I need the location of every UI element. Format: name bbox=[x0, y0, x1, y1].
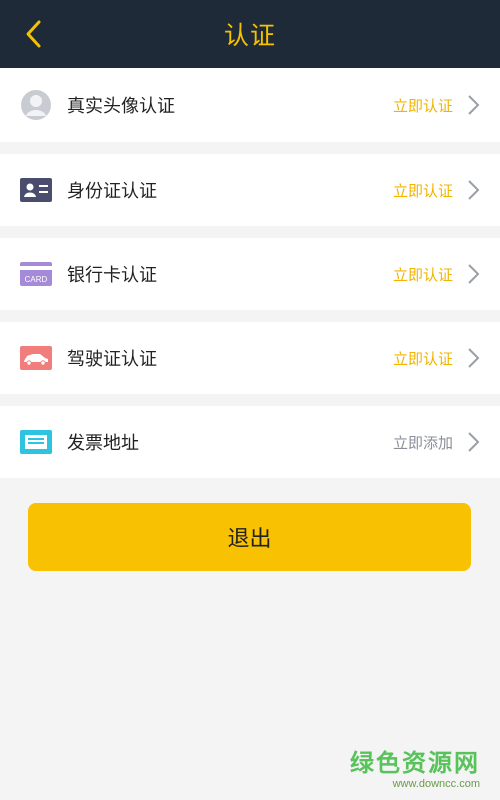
verify-now-link[interactable]: 立即认证 bbox=[393, 264, 453, 285]
watermark-url: www.downcc.com bbox=[392, 778, 480, 790]
row-label: 真实头像认证 bbox=[67, 96, 175, 117]
row-label: 驾驶证认证 bbox=[67, 349, 157, 370]
row-id-card-verification[interactable]: 身份证认证 立即认证 bbox=[0, 154, 500, 226]
svg-text:CARD: CARD bbox=[25, 275, 48, 284]
chevron-right-icon bbox=[466, 179, 480, 201]
chevron-right-icon bbox=[466, 347, 480, 369]
add-now-link[interactable]: 立即添加 bbox=[393, 432, 453, 453]
car-license-icon bbox=[20, 342, 52, 374]
chevron-right-icon bbox=[466, 94, 480, 116]
row-label: 身份证认证 bbox=[67, 181, 157, 202]
watermark-title: 绿色资源网 bbox=[350, 749, 480, 777]
row-bank-card-verification[interactable]: CARD 银行卡认证 立即认证 bbox=[0, 238, 500, 310]
logout-button[interactable]: 退出 bbox=[28, 503, 471, 571]
top-bar: 认证 bbox=[0, 0, 500, 68]
chevron-right-icon bbox=[466, 263, 480, 285]
verify-now-link[interactable]: 立即认证 bbox=[393, 348, 453, 369]
chevron-left-icon bbox=[26, 20, 41, 48]
invoice-icon bbox=[20, 426, 52, 458]
row-label: 银行卡认证 bbox=[67, 265, 157, 286]
watermark: 绿色资源网 www.downcc.com bbox=[350, 743, 480, 790]
row-label: 发票地址 bbox=[67, 433, 139, 454]
id-card-icon bbox=[20, 174, 52, 206]
verify-now-link[interactable]: 立即认证 bbox=[393, 180, 453, 201]
verification-list: 真实头像认证 立即认证 身份证认证 立即认证 CARD 银行卡认证 立即认证 驾… bbox=[0, 68, 500, 478]
avatar-icon bbox=[20, 89, 52, 121]
page-title: 认证 bbox=[223, 21, 276, 50]
row-avatar-verification[interactable]: 真实头像认证 立即认证 bbox=[0, 68, 500, 142]
chevron-right-icon bbox=[466, 431, 480, 453]
bank-card-icon: CARD bbox=[20, 258, 52, 290]
row-invoice-address[interactable]: 发票地址 立即添加 bbox=[0, 406, 500, 478]
row-driver-license-verification[interactable]: 驾驶证认证 立即认证 bbox=[0, 322, 500, 394]
back-button[interactable] bbox=[14, 14, 54, 54]
verify-now-link[interactable]: 立即认证 bbox=[393, 95, 453, 116]
